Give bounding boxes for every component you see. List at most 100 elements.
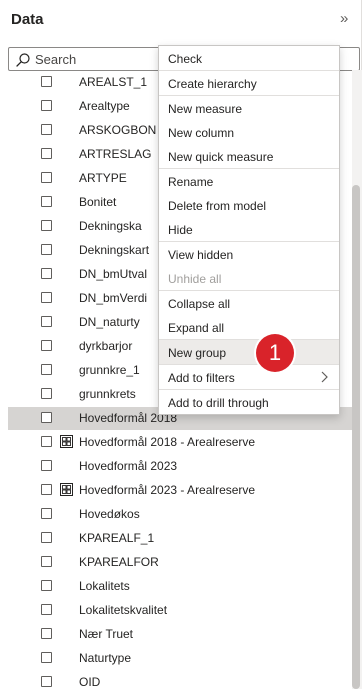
field-label: Hovedøkos — [79, 507, 140, 521]
menu-item-unhide-all: Unhide all — [159, 266, 339, 290]
field-row[interactable]: Hovedøkos — [8, 503, 352, 526]
field-row[interactable]: Nær Truet — [8, 623, 352, 646]
field-label: ARTRESLAG — [79, 147, 152, 161]
field-row[interactable]: Hovedformål 2023 — [8, 455, 352, 478]
field-checkbox[interactable] — [41, 604, 52, 615]
field-checkbox[interactable] — [41, 340, 52, 351]
field-label: Dekningska — [79, 219, 142, 233]
menu-item-label: Expand all — [168, 321, 225, 335]
menu-item-label: Unhide all — [168, 272, 222, 286]
field-label: OID — [79, 675, 101, 689]
menu-item-new-column[interactable]: New column — [159, 120, 339, 144]
field-row[interactable]: Lokalitets — [8, 575, 352, 598]
menu-item-new-group[interactable]: New group — [159, 340, 339, 364]
menu-item-label: New column — [168, 126, 235, 140]
field-checkbox[interactable] — [41, 268, 52, 279]
field-checkbox[interactable] — [41, 484, 52, 495]
field-label: ARTYPE — [79, 171, 127, 185]
field-checkbox[interactable] — [41, 292, 52, 303]
field-checkbox[interactable] — [41, 220, 52, 231]
menu-item-add-to-drill-through[interactable]: Add to drill through — [159, 390, 339, 414]
collapse-pane-icon[interactable]: » — [340, 11, 356, 27]
field-row[interactable]: Hovedformål 2023 - Arealreserve — [8, 479, 352, 502]
menu-item-new-measure[interactable]: New measure — [159, 96, 339, 120]
menu-item-label: Add to filters — [168, 371, 235, 385]
menu-item-label: View hidden — [168, 248, 234, 262]
field-checkbox[interactable] — [41, 76, 52, 87]
field-checkbox[interactable] — [41, 652, 52, 663]
menu-item-create-hierarchy[interactable]: Create hierarchy — [159, 71, 339, 95]
menu-item-label: Delete from model — [168, 199, 267, 213]
menu-item-hide[interactable]: Hide — [159, 217, 339, 241]
menu-item-delete-from-model[interactable]: Delete from model — [159, 193, 339, 217]
context-menu: Check Create hierarchy New measure New colu… — [158, 45, 340, 415]
field-label: Arealtype — [79, 99, 130, 113]
field-checkbox[interactable] — [41, 460, 52, 471]
field-row[interactable]: KPAREALF_1 — [8, 527, 352, 550]
menu-item-rename[interactable]: Rename — [159, 169, 339, 193]
menu-item-label: Rename — [168, 175, 214, 189]
field-checkbox[interactable] — [41, 316, 52, 327]
field-checkbox[interactable] — [41, 244, 52, 255]
menu-item-label: New group — [168, 346, 227, 360]
menu-item-label: Check — [168, 52, 203, 66]
menu-item-new-quick-measure[interactable]: New quick measure — [159, 144, 339, 168]
field-label: DN_bmVerdi — [79, 291, 148, 305]
scrollbar-thumb[interactable] — [352, 185, 360, 689]
pane-header: Data » — [0, 0, 362, 42]
field-label: grunnkre_1 — [79, 363, 140, 377]
field-checkbox[interactable] — [41, 508, 52, 519]
field-row[interactable]: OID — [8, 671, 352, 689]
field-label: KPAREALF_1 — [79, 531, 155, 545]
field-label: Hovedformål 2023 - Arealreserve — [79, 483, 256, 497]
field-label: Lokalitets — [79, 579, 130, 593]
field-checkbox[interactable] — [41, 436, 52, 447]
field-label: ARSKOGBON — [79, 123, 157, 137]
field-label: grunnkrets — [79, 387, 136, 401]
field-checkbox[interactable] — [41, 124, 52, 135]
field-label: Hovedformål 2023 — [79, 459, 178, 473]
field-row[interactable]: KPAREALFOR — [8, 551, 352, 574]
menu-item-label: New measure — [168, 102, 243, 116]
field-row[interactable]: Lokalitetskvalitet — [8, 599, 352, 622]
field-label: Nær Truet — [79, 627, 134, 641]
field-checkbox[interactable] — [41, 172, 52, 183]
chevron-right-icon — [321, 371, 328, 383]
field-checkbox[interactable] — [41, 556, 52, 567]
field-label: Hovedformål 2018 - Arealreserve — [79, 435, 256, 449]
group-icon — [60, 483, 73, 496]
field-label: KPAREALFOR — [79, 555, 159, 569]
field-label: Bonitet — [79, 195, 117, 209]
field-checkbox[interactable] — [41, 676, 52, 687]
step-badge: 1 — [256, 334, 294, 372]
field-checkbox[interactable] — [41, 388, 52, 399]
field-label: DN_naturty — [79, 315, 140, 329]
field-checkbox[interactable] — [41, 532, 52, 543]
menu-item-view-hidden[interactable]: View hidden — [159, 242, 339, 266]
pane-title: Data — [11, 11, 44, 28]
field-checkbox[interactable] — [41, 148, 52, 159]
field-checkbox[interactable] — [41, 364, 52, 375]
menu-item-label: Hide — [168, 223, 193, 237]
field-label: DN_bmUtval — [79, 267, 148, 281]
menu-item-collapse-all[interactable]: Collapse all — [159, 291, 339, 315]
field-label: Lokalitetskvalitet — [79, 603, 168, 617]
search-icon — [16, 53, 30, 67]
menu-item-check[interactable]: Check — [159, 46, 339, 70]
field-checkbox[interactable] — [41, 412, 52, 423]
menu-item-label: Collapse all — [168, 297, 231, 311]
field-checkbox[interactable] — [41, 628, 52, 639]
field-checkbox[interactable] — [41, 580, 52, 591]
field-label: Dekningskart — [79, 243, 150, 257]
field-checkbox[interactable] — [41, 196, 52, 207]
field-label: dyrkbarjor — [79, 339, 133, 353]
menu-item-add-to-filters[interactable]: Add to filters — [159, 365, 339, 389]
field-row[interactable]: Naturtype — [8, 647, 352, 670]
field-checkbox[interactable] — [41, 100, 52, 111]
menu-item-label: New quick measure — [168, 150, 274, 164]
field-row[interactable]: Hovedformål 2018 - Arealreserve — [8, 431, 352, 454]
menu-item-label: Create hierarchy — [168, 77, 257, 91]
field-label: Naturtype — [79, 651, 132, 665]
group-icon — [60, 435, 73, 448]
menu-item-expand-all[interactable]: Expand all — [159, 315, 339, 339]
